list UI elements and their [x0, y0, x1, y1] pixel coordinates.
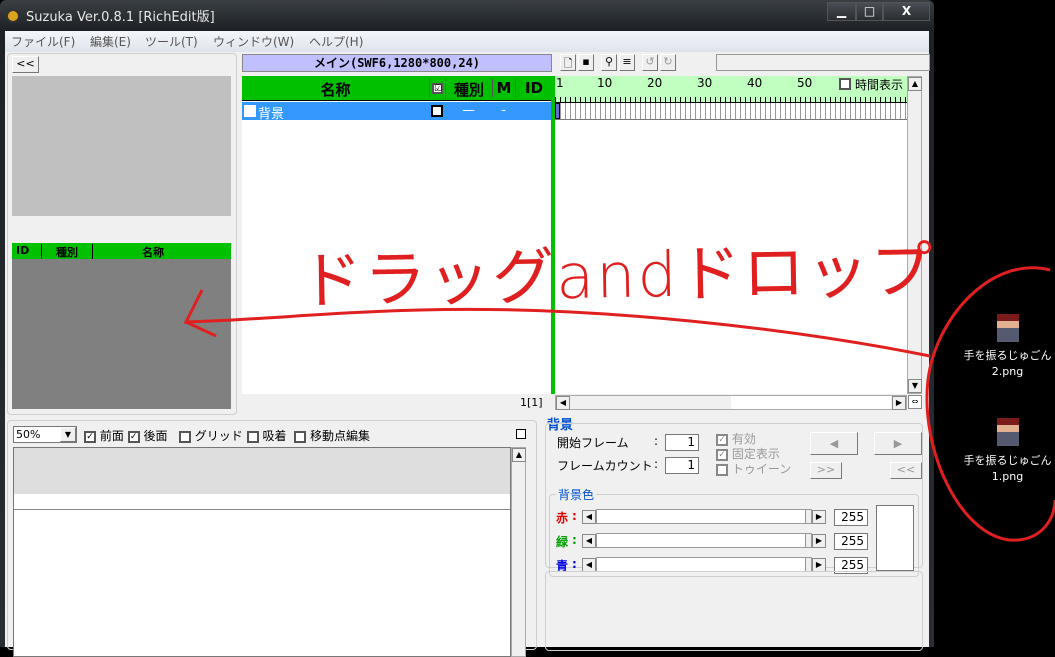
desktop-icon-label[interactable]: 手を振るじゅごん 1.png	[950, 453, 1055, 485]
desktop-icon-label[interactable]: 手を振るじゅごん 2.png	[950, 348, 1055, 380]
annotation-overlay	[183, 266, 1055, 542]
file-name: 手を振るじゅごん	[963, 349, 1052, 362]
file-name: 手を振るじゅごん	[963, 454, 1052, 467]
annotation-text: ドラッグandドロップ	[299, 233, 936, 318]
image-file-icon[interactable]	[997, 418, 1019, 446]
image-file-icon[interactable]	[997, 314, 1019, 342]
file-ext: 1.png	[991, 470, 1024, 483]
file-ext: 2.png	[991, 365, 1024, 378]
circle-mark	[925, 266, 1055, 542]
